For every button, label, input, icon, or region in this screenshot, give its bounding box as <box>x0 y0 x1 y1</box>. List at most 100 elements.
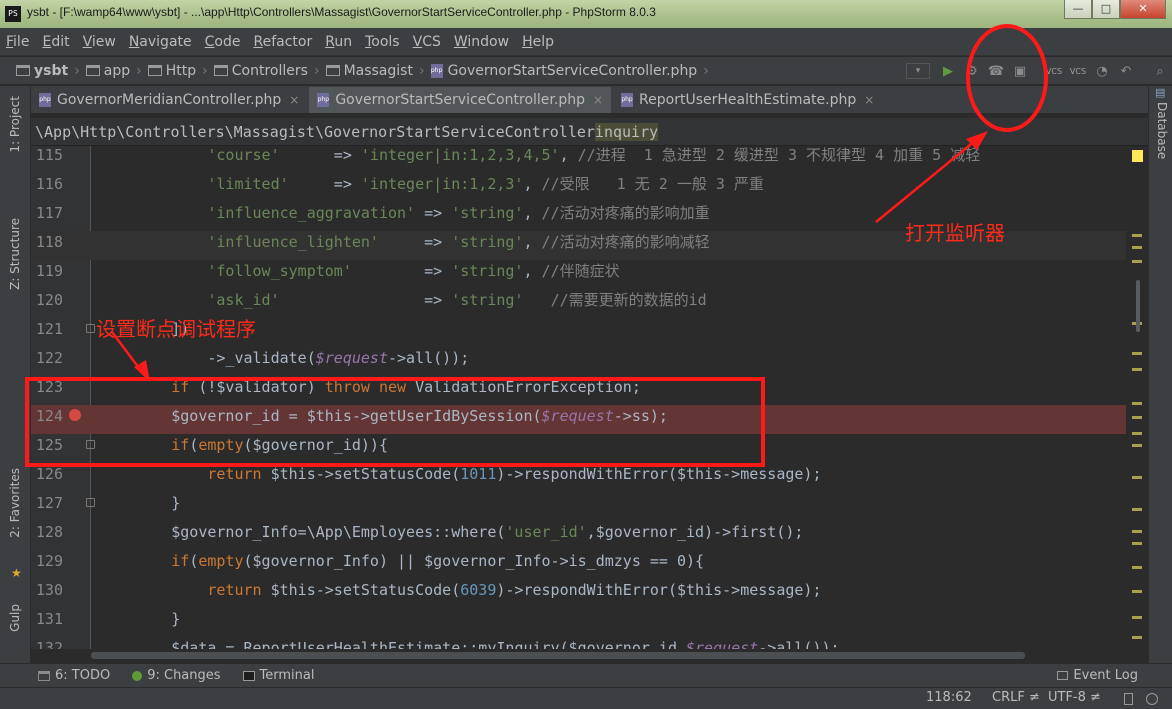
code-line[interactable]: 127 } <box>31 492 1126 521</box>
breadcrumb-file[interactable]: php GovernorStartServiceController.php › <box>430 63 709 79</box>
code-text[interactable]: 'ask_id' => 'string' //需要更新的数据的id <box>99 289 706 311</box>
folder-icon <box>213 65 228 76</box>
tool-tab-changes[interactable]: 9: Changes <box>132 668 221 683</box>
menu-vcs[interactable]: VCS <box>413 34 441 50</box>
tab-report-user-health[interactable]: php ReportUserHealthEstimate.php × <box>613 87 882 113</box>
scope-method[interactable]: inquiry <box>594 123 659 141</box>
code-text[interactable]: $governor_Info=\App\Employees::where('us… <box>99 521 803 543</box>
horizontal-scrollbar[interactable] <box>91 650 1126 660</box>
run-icon[interactable]: ▶ <box>936 61 960 81</box>
menu-refactor[interactable]: Refactor <box>253 34 312 50</box>
menu-view[interactable]: View <box>83 34 116 50</box>
line-separator[interactable]: CRLF ≠ <box>992 690 1040 705</box>
line-number[interactable]: 122 <box>31 347 63 369</box>
code-text[interactable]: 'limited' => 'integer|in:1,2,3', //受限 1 … <box>99 173 764 195</box>
tool-tab-database[interactable]: Database <box>1155 102 1169 159</box>
code-text[interactable]: if(empty($governor_Info) || $governor_In… <box>99 550 704 572</box>
line-number[interactable]: 116 <box>31 173 63 195</box>
scope-class-path[interactable]: \App\Http\Controllers\Massagist\Governor… <box>35 123 595 141</box>
close-tab-icon[interactable]: × <box>289 93 299 107</box>
code-text[interactable]: 'influence_aggravation' => 'string', //活… <box>99 202 709 224</box>
fold-marker-icon[interactable] <box>86 498 95 507</box>
tool-tab-structure[interactable]: Z: Structure <box>8 218 22 290</box>
code-line[interactable]: 130 return $this->setStatusCode(6039)->r… <box>31 579 1126 608</box>
code-line[interactable]: 132 $data = ReportUserHealthEstimate::my… <box>31 637 1126 649</box>
line-number[interactable]: 130 <box>31 579 63 601</box>
menu-tools[interactable]: Tools <box>365 34 400 50</box>
tab-governor-meridian[interactable]: php GovernorMeridianController.php × <box>31 87 307 113</box>
line-number[interactable]: 131 <box>31 608 63 630</box>
inspector-icon[interactable] <box>1146 693 1158 705</box>
tool-tab-gulp[interactable]: Gulp <box>8 604 22 632</box>
code-text[interactable]: $data = ReportUserHealthEstimate::myInqu… <box>99 637 839 649</box>
code-line[interactable]: 126 return $this->setStatusCode(1011)->r… <box>31 463 1126 492</box>
menu-navigate[interactable]: Navigate <box>129 34 192 50</box>
menu-help[interactable]: Help <box>522 34 554 50</box>
line-number[interactable]: 117 <box>31 202 63 224</box>
line-number[interactable]: 127 <box>31 492 63 514</box>
code-line[interactable]: 128 $governor_Info=\App\Employees::where… <box>31 521 1126 550</box>
line-number[interactable]: 115 <box>31 146 63 166</box>
event-log-button[interactable]: Event Log <box>1057 668 1138 683</box>
breadcrumb-controllers[interactable]: Controllers › <box>213 63 320 79</box>
tool-tab-todo[interactable]: 6: TODO <box>38 668 110 683</box>
breadcrumb-massagist[interactable]: Massagist › <box>325 63 425 79</box>
code-line[interactable]: 122 ->_validate($request->all()); <box>31 347 1126 376</box>
menu-code[interactable]: Code <box>205 34 241 50</box>
close-tab-icon[interactable]: × <box>593 93 603 107</box>
caret-position[interactable]: 118:62 <box>926 690 972 705</box>
line-number[interactable]: 128 <box>31 521 63 543</box>
horizontal-scrollbar-thumb[interactable] <box>91 652 1025 659</box>
code-line[interactable]: 129 if(empty($governor_Info) || $governo… <box>31 550 1126 579</box>
file-encoding[interactable]: UTF-8 ≠ <box>1048 690 1101 705</box>
menu-run[interactable]: Run <box>325 34 352 50</box>
menu-window[interactable]: Window <box>454 34 509 50</box>
line-number[interactable]: 119 <box>31 260 63 282</box>
code-text[interactable]: } <box>99 608 180 630</box>
tool-tab-favorites[interactable]: 2: Favorites <box>8 468 22 538</box>
minimize-button[interactable]: — <box>1064 0 1092 19</box>
code-text[interactable]: 'follow_symptom' => 'string', //伴随症状 <box>99 260 619 282</box>
status-bar: 118:62 CRLF ≠ UTF-8 ≠ <box>0 687 1172 709</box>
code-line[interactable]: 119 'follow_symptom' => 'string', //伴随症状 <box>31 260 1126 289</box>
php-file-icon: php <box>39 93 51 107</box>
bottom-tool-bar: 6: TODO 9: Changes Terminal Event Log <box>0 663 1172 687</box>
line-number[interactable]: 120 <box>31 289 63 311</box>
line-number[interactable]: 121 <box>31 318 63 340</box>
window-controls: — □ ✕ <box>1064 0 1166 20</box>
close-window-button[interactable]: ✕ <box>1120 0 1166 19</box>
line-number[interactable]: 129 <box>31 550 63 572</box>
fold-marker-icon[interactable] <box>86 324 95 333</box>
run-config-dropdown[interactable]: ▾ <box>906 63 930 79</box>
breadcrumb-app[interactable]: app › <box>85 63 142 79</box>
tool-tab-terminal[interactable]: Terminal <box>242 668 314 683</box>
warning-marker[interactable] <box>1132 150 1143 162</box>
php-file-icon: php <box>317 93 330 107</box>
breadcrumb-http[interactable]: Http › <box>147 63 208 79</box>
code-line[interactable]: 115 'course' => 'integer|in:1,2,3,4,5', … <box>31 146 1126 173</box>
code-text[interactable]: 'influence_lighten' => 'string', //活动对疼痛… <box>99 231 709 253</box>
vcs-history-icon[interactable]: ◔ <box>1090 61 1114 81</box>
code-line[interactable]: 116 'limited' => 'integer|in:1,2,3', //受… <box>31 173 1126 202</box>
code-text[interactable]: } <box>99 492 180 514</box>
line-number[interactable]: 118 <box>31 231 63 253</box>
tab-governor-start-service[interactable]: php GovernorStartServiceController.php × <box>309 87 612 113</box>
code-line[interactable]: 131 } <box>31 608 1126 637</box>
php-file-icon: php <box>621 93 634 107</box>
menu-edit[interactable]: Edit <box>42 34 69 50</box>
line-number[interactable]: 132 <box>31 637 63 649</box>
tool-tab-project[interactable]: 1: Project <box>8 96 22 153</box>
error-stripe[interactable] <box>1126 146 1148 649</box>
code-text[interactable]: 'course' => 'integer|in:1,2,3,4,5', //进程… <box>99 146 980 166</box>
close-tab-icon[interactable]: × <box>864 93 874 107</box>
vertical-scrollbar-thumb[interactable] <box>1136 280 1140 332</box>
maximize-button[interactable]: □ <box>1092 0 1120 19</box>
code-text[interactable]: return $this->setStatusCode(6039)->respo… <box>99 579 821 601</box>
code-text[interactable]: ->_validate($request->all()); <box>99 347 469 369</box>
menu-file[interactable]: File <box>6 34 29 50</box>
annotation-code-box <box>25 377 765 467</box>
vcs-commit-icon[interactable]: VCS <box>1066 61 1090 81</box>
revert-icon[interactable]: ↶ <box>1114 61 1138 81</box>
breadcrumb-project[interactable]: ysbt › <box>16 63 80 79</box>
search-everywhere-icon[interactable]: ⌕ <box>1148 61 1172 81</box>
